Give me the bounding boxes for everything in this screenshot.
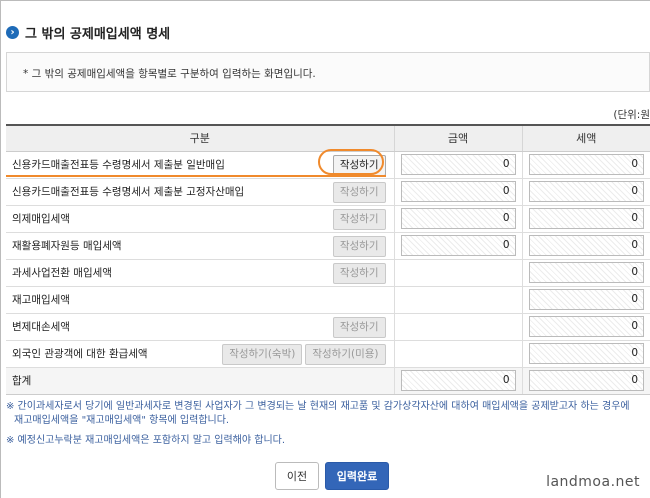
write-button-business-conversion[interactable]: 작성하기 — [332, 262, 386, 284]
tax-field[interactable]: 0 — [528, 154, 644, 175]
unit-label: (단위:원 — [613, 109, 650, 121]
table-row: 변제대손세액 작성하기 0 — [6, 313, 650, 341]
circle-arrow-icon: › — [6, 25, 19, 39]
amount-field[interactable]: 0 — [400, 235, 516, 256]
note-line: ※ 예정신고누락분 재고매입세액은 포함하지 말고 입력해야 합니다. — [6, 435, 286, 446]
deduction-table: 구분 금액 세액 신용카드매출전표등 수령명세서 제출분 일반매입 작성하기 0… — [6, 124, 650, 395]
row-label-cell: 외국인 관광객에 대한 환급세액 작성하기(숙박) 작성하기(미용) — [6, 340, 394, 368]
page-title: 그 밖의 공제매입세액 명세 — [25, 26, 171, 42]
row-label-cell: 신용카드매출전표등 수령명세서 제출분 고정자산매입 작성하기 — [6, 178, 394, 206]
write-button-lodging[interactable]: 작성하기(숙박) — [222, 343, 303, 365]
row-label: 의제매입세액 — [12, 213, 70, 225]
tax-field[interactable]: 0 — [528, 289, 644, 310]
row-label: 신용카드매출전표등 수령명세서 제출분 일반매입 — [12, 159, 225, 171]
row-label: 재활용폐자원등 매입세액 — [12, 240, 122, 252]
tax-field[interactable]: 0 — [528, 343, 644, 364]
table-row: 재활용폐자원등 매입세액 작성하기 0 0 — [6, 232, 650, 260]
tax-field[interactable]: 0 — [528, 262, 644, 283]
write-button-card-general[interactable]: 작성하기 — [332, 154, 386, 176]
table-row: 재고매입세액 0 — [6, 286, 650, 314]
table-row: 외국인 관광객에 대한 환급세액 작성하기(숙박) 작성하기(미용) 0 — [6, 340, 650, 368]
notes: ※ 간이과세자로서 당기에 일반과세자로 변경된 사업자가 그 변경되는 날 현… — [6, 400, 630, 448]
total-tax-field: 0 — [528, 370, 644, 391]
row-label-cell: 재활용폐자원등 매입세액 작성하기 — [6, 232, 394, 260]
column-header-tax: 세액 — [521, 124, 650, 152]
amount-field[interactable]: 0 — [400, 154, 516, 175]
tax-field[interactable]: 0 — [528, 316, 644, 337]
row-label-cell: 의제매입세액 작성하기 — [6, 205, 394, 233]
amount-empty-cell — [393, 259, 522, 287]
amount-field[interactable]: 0 — [400, 181, 516, 202]
row-label-cell: 재고매입세액 — [6, 286, 394, 314]
tax-field[interactable]: 0 — [528, 208, 644, 229]
column-header-amount: 금액 — [393, 124, 522, 152]
table-row: 신용카드매출전표등 수령명세서 제출분 일반매입 작성하기 0 0 — [6, 151, 650, 179]
row-label: 변제대손세액 — [12, 321, 70, 333]
table-row: 신용카드매출전표등 수령명세서 제출분 고정자산매입 작성하기 0 0 — [6, 178, 650, 206]
row-label: 외국인 관광객에 대한 환급세액 — [12, 348, 148, 360]
row-label: 재고매입세액 — [12, 294, 70, 306]
row-label: 신용카드매출전표등 수령명세서 제출분 고정자산매입 — [12, 186, 245, 198]
write-button-card-fixed-asset[interactable]: 작성하기 — [332, 181, 386, 203]
total-row: 합계 0 0 — [6, 367, 650, 395]
table-header-row: 구분 금액 세액 — [6, 124, 650, 152]
amount-field[interactable]: 0 — [400, 208, 516, 229]
note-line: 재고매입세액을 "재고매입세액" 항목에 입력합니다. — [14, 415, 230, 426]
table-row: 과세사업전환 매입세액 작성하기 0 — [6, 259, 650, 287]
row-label: 과세사업전환 매입세액 — [12, 267, 112, 279]
amount-empty-cell — [393, 313, 522, 341]
write-button-beauty[interactable]: 작성하기(미용) — [305, 343, 386, 365]
tax-field[interactable]: 0 — [528, 235, 644, 256]
amount-empty-cell — [393, 286, 522, 314]
row-label-cell: 과세사업전환 매입세액 작성하기 — [6, 259, 394, 287]
table-row: 의제매입세액 작성하기 0 0 — [6, 205, 650, 233]
footer-buttons: 이전 입력완료 — [275, 462, 389, 490]
prev-button[interactable]: 이전 — [275, 462, 319, 490]
total-label: 합계 — [12, 375, 32, 387]
amount-empty-cell — [393, 340, 522, 368]
write-button-recycled[interactable]: 작성하기 — [332, 235, 386, 257]
title-row: › 그 밖의 공제매입세액 명세 — [6, 22, 170, 42]
row-label-cell: 변제대손세액 작성하기 — [6, 313, 394, 341]
info-box: * 그 밖의 공제매입세액을 항목별로 구분하여 입력하는 화면입니다. — [6, 52, 650, 92]
watermark: landmoa.net — [546, 474, 640, 490]
info-text: * 그 밖의 공제매입세액을 항목별로 구분하여 입력하는 화면입니다. — [23, 68, 316, 80]
row-label-cell: 합계 — [6, 367, 394, 395]
write-button-bad-debt[interactable]: 작성하기 — [332, 316, 386, 338]
submit-button[interactable]: 입력완료 — [325, 462, 389, 490]
column-header-category: 구분 — [6, 124, 394, 152]
row-label-cell: 신용카드매출전표등 수령명세서 제출분 일반매입 작성하기 — [6, 151, 394, 179]
total-amount-field: 0 — [400, 370, 516, 391]
note-line: ※ 간이과세자로서 당기에 일반과세자로 변경된 사업자가 그 변경되는 날 현… — [6, 401, 630, 412]
write-button-deemed-input[interactable]: 작성하기 — [332, 208, 386, 230]
tax-field[interactable]: 0 — [528, 181, 644, 202]
